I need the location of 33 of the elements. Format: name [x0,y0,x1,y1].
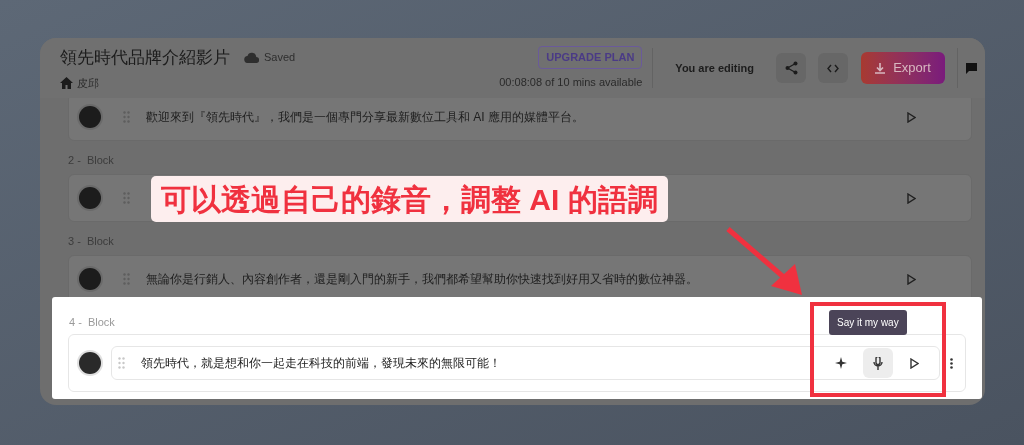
code-icon [827,63,839,73]
microphone-icon [873,356,883,370]
usage-text: 00:08:08 of 10 mins available [499,74,643,90]
drag-handle-icon[interactable] [123,111,130,123]
play-icon[interactable] [909,357,919,369]
tooltip: Say it my way [829,310,907,335]
share-icon [784,61,798,75]
avatar [79,187,101,209]
embed-button[interactable] [818,53,848,83]
download-icon [875,62,886,74]
save-status: Saved [264,50,296,65]
more-options-icon[interactable] [950,357,953,369]
share-button[interactable] [776,53,806,83]
script-text: 歡迎來到『領先時代』，我們是一個專門分享最新數位工具和 AI 應用的媒體平台。 [146,109,584,126]
script-line-field[interactable]: 領先時代，就是想和你一起走在科技的前端，發現未來的無限可能！ [111,346,940,380]
home-icon[interactable] [60,77,73,90]
script-text: 無論你是行銷人、內容創作者，還是剛入門的新手，我們都希望幫助你快速找到好用又省時的數位神器。 [146,271,698,288]
editing-status: You are editing [675,60,754,76]
comment-icon[interactable] [966,62,977,74]
voice-record-button[interactable] [863,348,893,378]
drag-handle-icon[interactable] [118,357,125,369]
avatar [79,352,101,374]
avatar [79,106,101,128]
annotation-callout: 可以透過自己的錄音，調整 AI 的語調 [151,176,668,222]
breadcrumb-link[interactable]: 皮邱 [77,75,99,92]
script-text: 領先時代，就是想和你一起走在科技的前端，發現未來的無限可能！ [141,355,501,372]
project-title: 領先時代品牌介紹影片 [60,46,230,69]
sparkle-icon[interactable] [835,357,847,369]
avatar [79,268,101,290]
drag-handle-icon[interactable] [123,192,130,204]
block-heading: 4 - Block [68,315,115,329]
drag-handle-icon[interactable] [123,273,130,285]
export-button[interactable]: Export [861,52,945,84]
